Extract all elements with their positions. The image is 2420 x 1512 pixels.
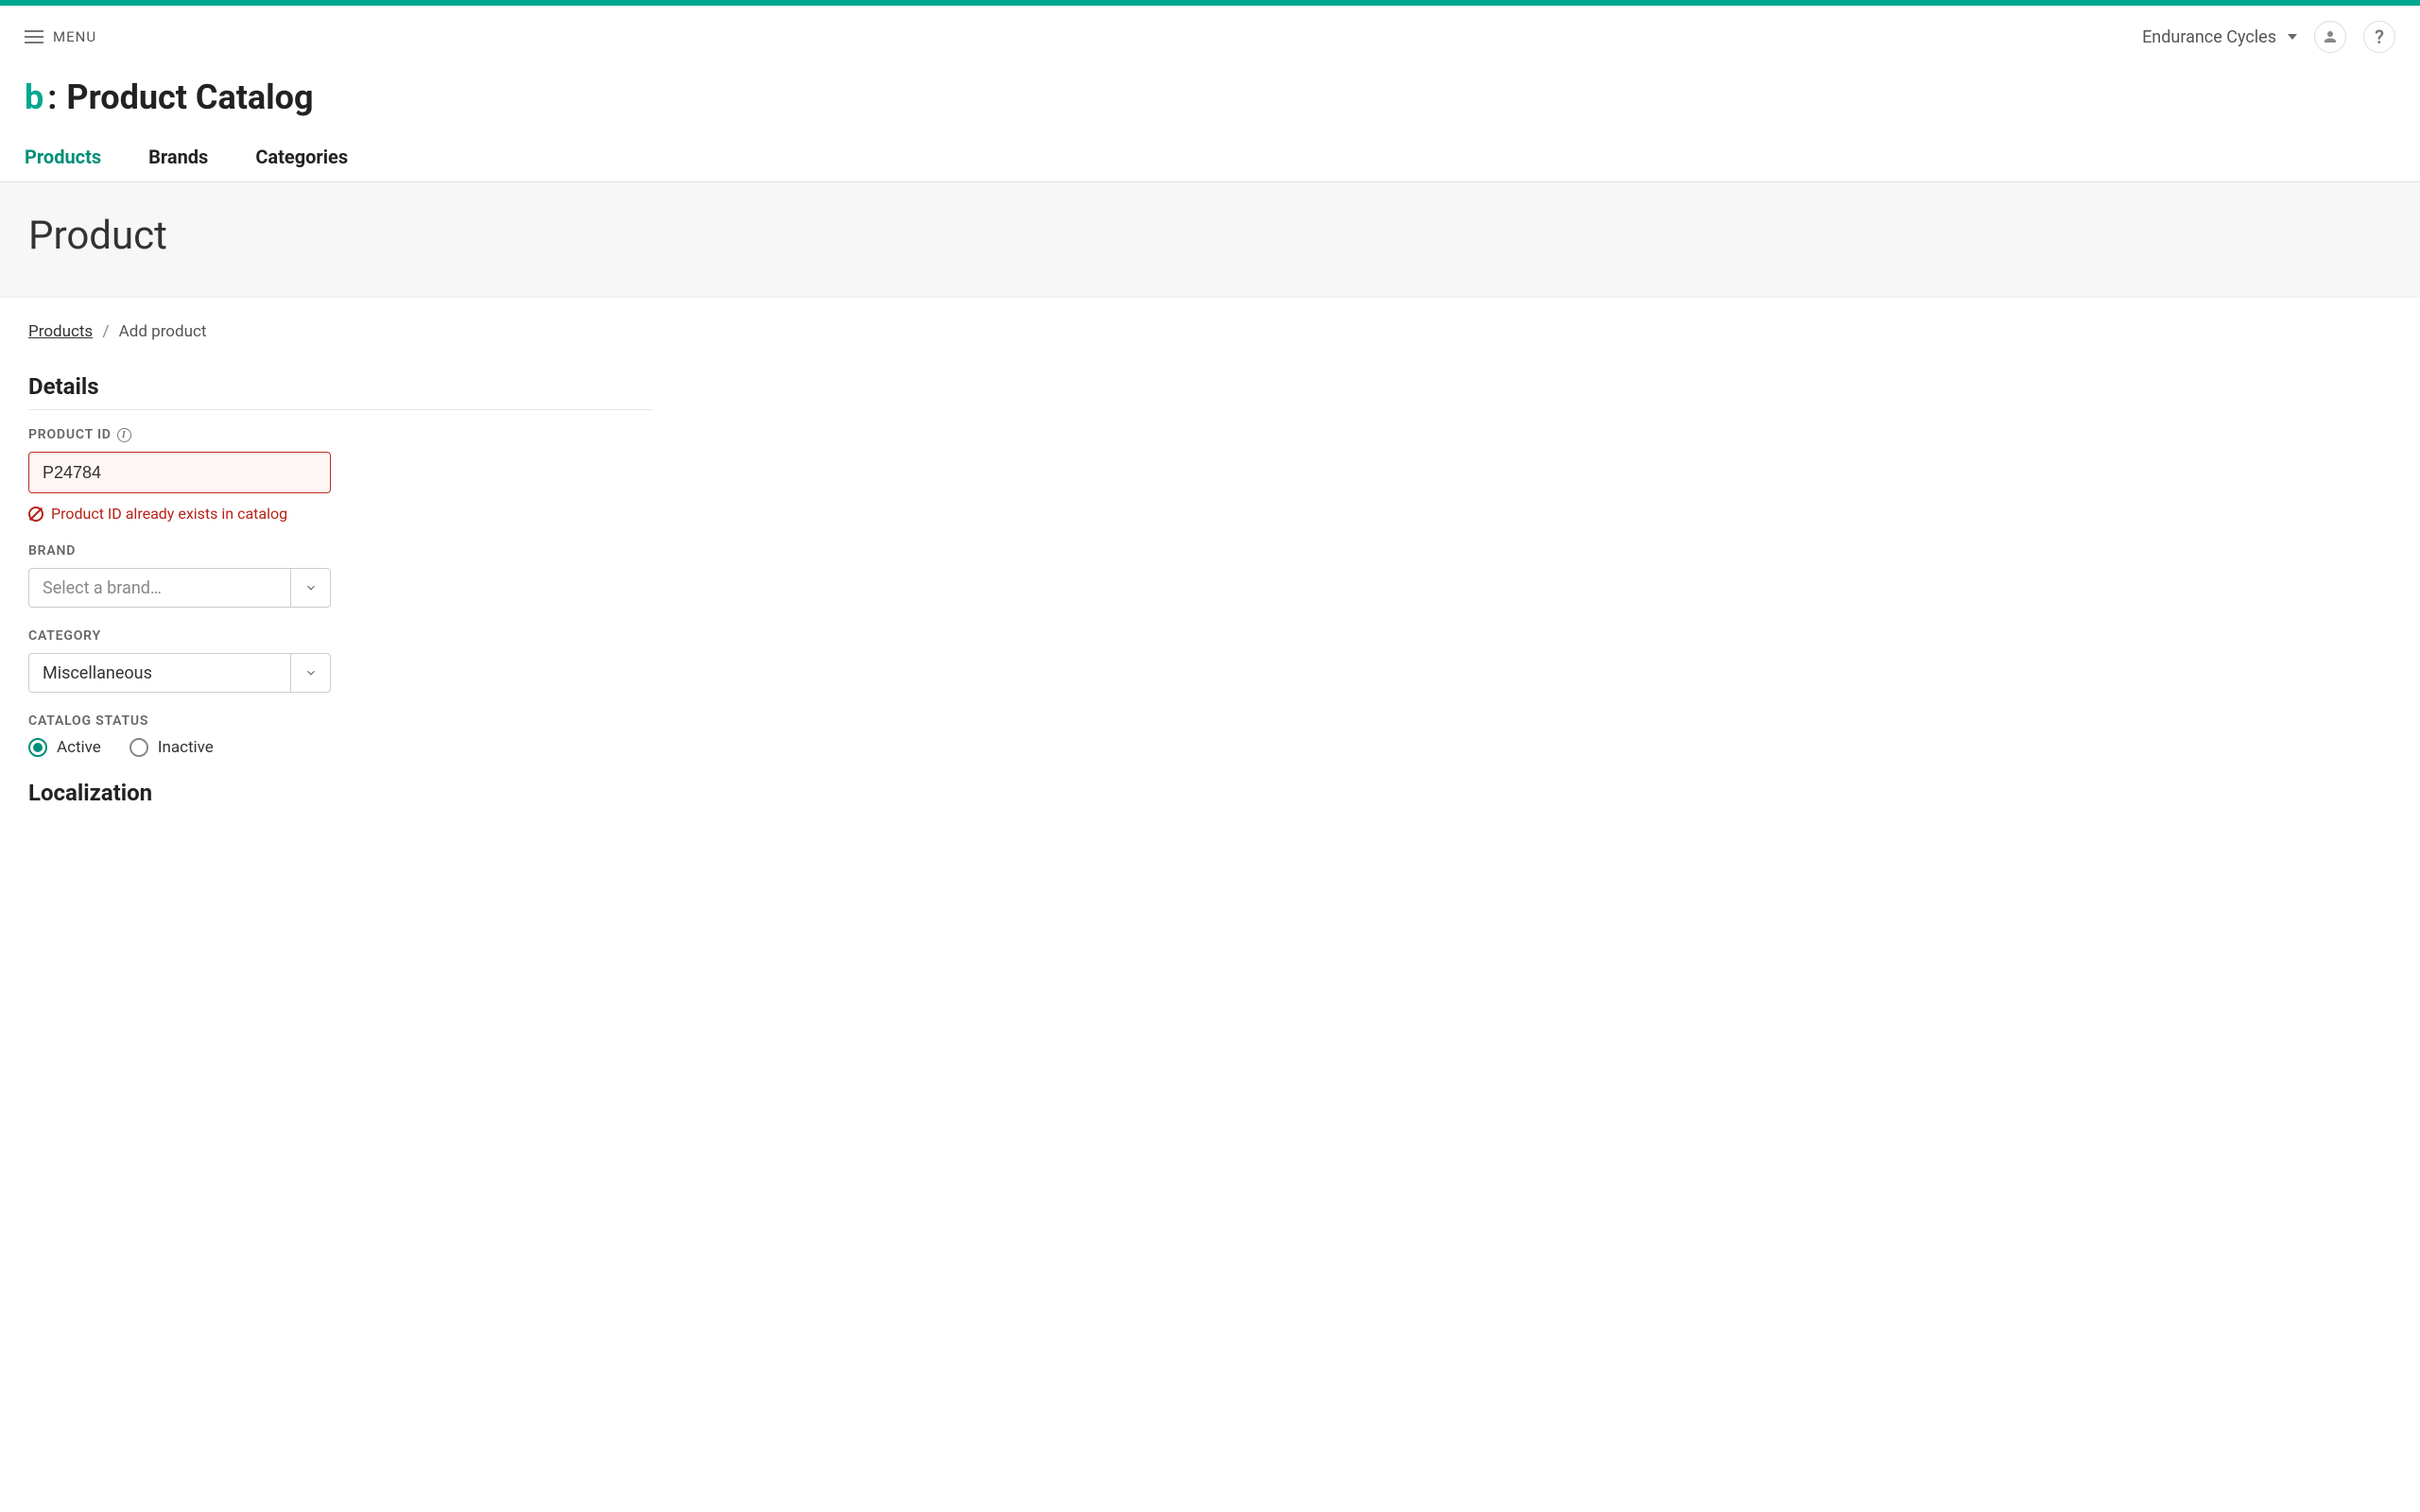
radio-active-label: Active — [57, 738, 101, 757]
info-icon[interactable]: i — [117, 428, 131, 442]
brand-label: BRAND — [28, 543, 2392, 558]
tab-brands[interactable]: Brands — [148, 146, 208, 168]
question-icon: ? — [2375, 26, 2384, 48]
breadcrumb-separator: / — [102, 322, 109, 341]
org-name: Endurance Cycles — [2142, 27, 2276, 47]
product-id-input[interactable] — [28, 452, 331, 493]
header-left: MENU — [25, 28, 96, 45]
catalog-status-label: CATALOG STATUS — [28, 713, 2392, 729]
org-dropdown[interactable]: Endurance Cycles — [2142, 27, 2297, 47]
chevron-down-icon — [304, 666, 318, 679]
brand-group: BRAND Select a brand… — [28, 543, 2392, 608]
tabs: Products Brands Categories — [0, 127, 2420, 182]
category-select-caret — [290, 654, 330, 692]
product-id-error: Product ID already exists in catalog — [28, 505, 2392, 523]
breadcrumb-products-link[interactable]: Products — [28, 322, 93, 341]
localization-section-title: Localization — [28, 780, 2392, 806]
radio-dot — [33, 743, 43, 752]
logo-colon: : — [47, 77, 57, 117]
radio-active[interactable]: Active — [28, 738, 101, 757]
page-subtitle: Product — [28, 213, 2392, 259]
product-id-error-text: Product ID already exists in catalog — [51, 505, 287, 523]
user-button[interactable] — [2314, 21, 2346, 53]
hamburger-icon[interactable] — [25, 30, 43, 43]
tab-products[interactable]: Products — [25, 146, 101, 168]
brand-select[interactable]: Select a brand… — [28, 568, 331, 608]
menu-label[interactable]: MENU — [53, 28, 96, 45]
chevron-down-icon — [304, 581, 318, 594]
product-id-label: PRODUCT ID i — [28, 427, 2392, 442]
product-id-group: PRODUCT ID i Product ID already exists i… — [28, 427, 2392, 523]
tab-categories[interactable]: Categories — [255, 146, 348, 168]
section-divider — [28, 409, 652, 410]
page-title: Product Catalog — [66, 77, 313, 117]
category-select-value: Miscellaneous — [29, 654, 290, 692]
breadcrumb: Products / Add product — [28, 322, 2392, 341]
category-select[interactable]: Miscellaneous — [28, 653, 331, 693]
logo-letter: b — [25, 77, 43, 117]
details-section-title: Details — [28, 373, 2392, 400]
radio-circle-inactive — [130, 738, 148, 757]
header: MENU Endurance Cycles ? — [0, 6, 2420, 64]
catalog-status-group: CATALOG STATUS Active Inactive — [28, 713, 2392, 757]
product-id-label-text: PRODUCT ID — [28, 427, 112, 442]
breadcrumb-current: Add product — [119, 322, 207, 341]
category-group: CATEGORY Miscellaneous — [28, 628, 2392, 693]
header-right: Endurance Cycles ? — [2142, 21, 2395, 53]
title-row: b : Product Catalog — [0, 64, 2420, 127]
help-button[interactable]: ? — [2363, 21, 2395, 53]
chevron-down-icon — [2288, 34, 2297, 40]
radio-inactive[interactable]: Inactive — [130, 738, 214, 757]
radio-inactive-label: Inactive — [158, 738, 214, 757]
radio-circle-active — [28, 738, 47, 757]
page-subheader: Product — [0, 182, 2420, 298]
content: Products / Add product Details PRODUCT I… — [0, 298, 2420, 831]
brand-select-value: Select a brand… — [29, 569, 290, 607]
brand-select-caret — [290, 569, 330, 607]
category-label: CATEGORY — [28, 628, 2392, 644]
user-icon — [2322, 28, 2339, 45]
error-icon — [28, 507, 43, 522]
catalog-status-radios: Active Inactive — [28, 738, 2392, 757]
